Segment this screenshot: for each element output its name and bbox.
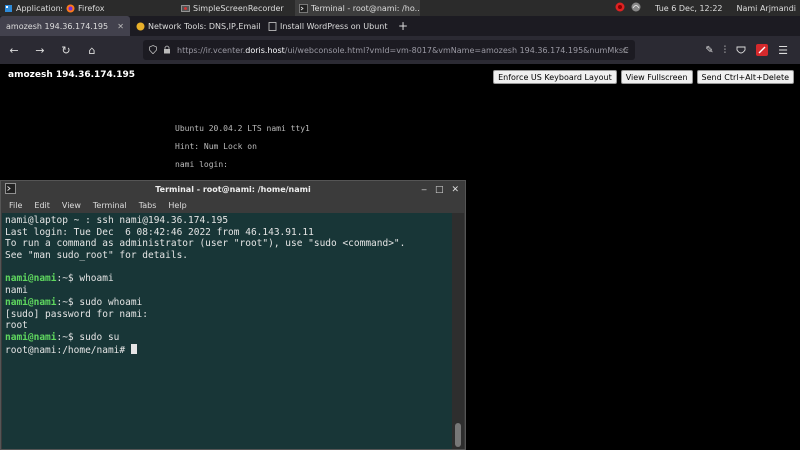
- close-icon[interactable]: ✕: [451, 185, 459, 195]
- scrollbar-thumb[interactable]: [455, 423, 461, 447]
- network-icon[interactable]: [631, 2, 641, 14]
- record-indicator-icon[interactable]: [615, 2, 625, 14]
- terminal-line: See "man sudo_root" for details.: [5, 250, 189, 262]
- menu-hamburger-icon[interactable]: ☰: [778, 44, 788, 57]
- terminal-output[interactable]: nami@laptop ~ : ssh nami@194.36.174.195 …: [2, 213, 452, 449]
- browser-nav-bar: ← → ↻ ⌂ https://ir.vcenter. doris.host/ui…: [0, 36, 800, 64]
- terminal-line: root@nami:/home/nami#: [5, 343, 449, 356]
- reload-icon: ↻: [61, 43, 71, 57]
- terminal-line: To run a command as administrator (user …: [5, 238, 406, 250]
- terminal-window[interactable]: Terminal - root@nami: /home/nami ‒ □ ✕ F…: [0, 180, 466, 450]
- home-icon: ⌂: [88, 43, 96, 57]
- console-line: Ubuntu 20.04.2 LTS nami tty1: [175, 124, 310, 133]
- taskbar-item-terminal[interactable]: Terminal - root@nami: /ho...: [295, 0, 420, 16]
- tab-network-tools[interactable]: Network Tools: DNS,IP,Email ✕: [130, 16, 262, 36]
- bookmark-star-icon[interactable]: ☆: [622, 46, 629, 55]
- terminal-line: nami@nami:~$ whoami: [5, 273, 114, 285]
- send-ctrl-alt-delete-button[interactable]: Send Ctrl+Alt+Delete: [696, 70, 794, 84]
- terminal-scrollbar[interactable]: [452, 213, 464, 449]
- shield-icon[interactable]: [149, 44, 157, 56]
- panel-clock[interactable]: Tue 6 Dec, 12:22: [655, 4, 722, 13]
- terminal-line: [sudo] password for nami:: [5, 308, 148, 320]
- globe-icon: [136, 22, 145, 31]
- terminal-line: nami@laptop ~ : ssh nami@194.36.174.195: [5, 215, 229, 226]
- enforce-us-keyboard-button[interactable]: Enforce US Keyboard Layout: [493, 70, 617, 84]
- terminal-icon: [299, 3, 308, 13]
- terminal-line: nami@nami:~$ sudo su: [5, 331, 120, 343]
- console-line: nami login:: [175, 160, 228, 169]
- browser-tab-strip: amozesh 194.36.174.195 ✕ Network Tools: …: [0, 16, 800, 36]
- vm-title: amozesh 194.36.174.195: [8, 70, 136, 80]
- screen-recorder-icon: [181, 4, 190, 13]
- url-bar[interactable]: https://ir.vcenter. doris.host/ui/webcons…: [143, 40, 635, 60]
- menu-terminal[interactable]: Terminal: [93, 201, 127, 210]
- terminal-line: root: [5, 320, 28, 332]
- terminal-titlebar[interactable]: Terminal - root@nami: /home/nami ‒ □ ✕: [1, 181, 465, 198]
- library-icon[interactable]: ⫶: [724, 45, 727, 56]
- new-tab-button[interactable]: +: [392, 16, 416, 36]
- firefox-icon: [66, 4, 75, 13]
- url-host: doris.host: [245, 45, 285, 55]
- arrow-right-icon: →: [35, 43, 45, 57]
- menu-edit[interactable]: Edit: [34, 201, 50, 210]
- menu-view[interactable]: View: [62, 201, 81, 210]
- tab-install-wordpress[interactable]: Install WordPress on Ubunt ✕: [262, 16, 392, 36]
- panel-tray: Tue 6 Dec, 12:22 Nami Arjmandi: [615, 0, 796, 16]
- terminal-line: nami: [5, 285, 28, 297]
- extension-icon[interactable]: [756, 41, 769, 60]
- menu-tabs[interactable]: Tabs: [139, 201, 157, 210]
- terminal-line: Last login: Tue Dec 6 08:42:46 2022 from…: [5, 226, 314, 238]
- panel-user[interactable]: Nami Arjmandi: [737, 4, 797, 13]
- forward-button[interactable]: →: [30, 40, 50, 60]
- tab-amozesh[interactable]: amozesh 194.36.174.195 ✕: [0, 16, 130, 36]
- menu-help[interactable]: Help: [168, 201, 186, 210]
- applications-menu-icon: [4, 4, 13, 13]
- back-button[interactable]: ←: [4, 40, 24, 60]
- window-controls: ‒ □ ✕: [421, 181, 459, 198]
- console-line: Hint: Num Lock on: [175, 142, 257, 151]
- taskbar-item-firefox[interactable]: Firefox: [62, 0, 177, 16]
- taskbar-item-screen-recorder[interactable]: SimpleScreenRecorder: [177, 0, 295, 16]
- page-icon: [268, 21, 277, 31]
- terminal-cursor: [130, 343, 137, 354]
- url-path: /ui/webconsole.html?vmId=vm-8017&vmName=…: [284, 45, 629, 55]
- close-icon[interactable]: ✕: [117, 22, 124, 31]
- tools-icon[interactable]: ✎: [705, 45, 713, 56]
- terminal-line: nami@nami:~$ sudo whoami: [5, 296, 143, 308]
- url-prefix: https://ir.vcenter.: [177, 45, 246, 55]
- maximize-icon[interactable]: □: [435, 185, 444, 195]
- terminal-menubar: File Edit View Terminal Tabs Help: [1, 198, 465, 213]
- applications-menu[interactable]: Applications: [0, 0, 62, 16]
- browser-toolbar-icons: ✎ ⫶ ☰: [705, 40, 788, 60]
- pocket-icon[interactable]: [736, 41, 746, 60]
- vm-toolbar: Enforce US Keyboard Layout View Fullscre…: [493, 70, 794, 84]
- home-button[interactable]: ⌂: [82, 40, 102, 60]
- menu-file[interactable]: File: [9, 201, 22, 210]
- reload-button[interactable]: ↻: [56, 40, 76, 60]
- arrow-left-icon: ←: [9, 43, 19, 57]
- top-panel: Applications Firefox SimpleScreenRecorde…: [0, 0, 800, 16]
- view-fullscreen-button[interactable]: View Fullscreen: [620, 70, 693, 84]
- lock-icon[interactable]: [163, 45, 171, 56]
- minimize-icon[interactable]: ‒: [421, 185, 427, 195]
- terminal-title: Terminal - root@nami: /home/nami: [155, 185, 311, 194]
